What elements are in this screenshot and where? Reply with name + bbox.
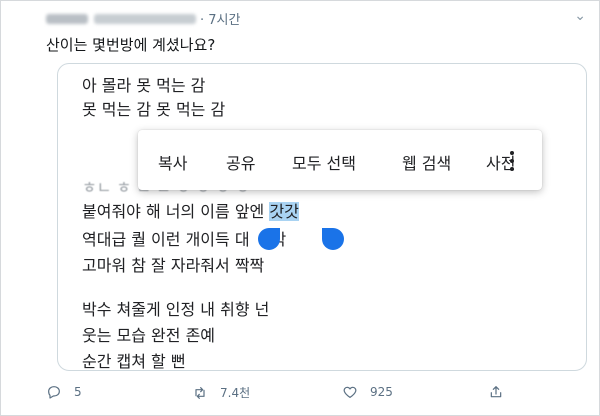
share-button[interactable] <box>488 384 516 400</box>
author-name-blurred <box>46 13 88 24</box>
lyric-line: 박수 쳐줄게 인정 내 취향 넌 <box>82 300 270 319</box>
lyric-line: 고마워 참 잘 자라줘서 짝짝 <box>82 256 265 275</box>
selection-end-handle[interactable] <box>322 228 344 250</box>
tweet-actions: 5 7.4천 925 <box>46 384 526 406</box>
lyric-text: 붙여줘야 해 너의 이름 앞엔 <box>82 202 265 221</box>
selected-text[interactable]: 갓갓 <box>269 202 299 221</box>
reply-count: 5 <box>74 385 82 399</box>
retweet-count: 7.4천 <box>220 386 251 400</box>
menu-item-copy[interactable]: 복사 <box>158 150 187 174</box>
lyric-line: 붙여줘야 해 너의 이름 앞엔 갓갓 <box>82 200 299 224</box>
reply-button[interactable]: 5 <box>46 384 82 400</box>
lyric-text: 역대급 퀄 이런 개이득 대 <box>82 230 250 249</box>
like-button[interactable]: 925 <box>342 384 393 400</box>
heart-icon <box>343 386 357 398</box>
text-selection-context-menu: 복사 공유 모두 선택 웹 검색 사전 <box>138 130 542 190</box>
lyric-line: 역대급 퀄 이런 개이득 대박 <box>82 228 286 252</box>
lyric-line: 못 먹는 감 못 먹는 감 <box>82 100 226 119</box>
retweet-icon <box>195 386 205 399</box>
lyric-line: 아 몰라 못 먹는 감 <box>82 76 206 95</box>
tweet-timestamp[interactable]: · 7시간 <box>200 13 240 28</box>
like-count: 925 <box>370 385 393 399</box>
selection-start-handle[interactable] <box>258 228 280 250</box>
tweet-header: · 7시간 <box>46 9 240 28</box>
reply-icon <box>48 386 60 399</box>
menu-item-share[interactable]: 공유 <box>226 150 255 174</box>
share-icon <box>490 386 502 398</box>
retweet-button[interactable]: 7.4천 <box>192 384 250 401</box>
tweet-text: 산이는 몇번방에 계셨나요? <box>46 36 216 54</box>
lyric-line: 순간 캡쳐 할 뻔 <box>82 352 186 371</box>
more-options-icon[interactable] <box>510 151 514 171</box>
menu-item-web-search[interactable]: 웹 검색 <box>402 150 451 174</box>
lyric-line: 웃는 모습 완전 존예 <box>82 326 216 345</box>
menu-item-select-all[interactable]: 모두 선택 <box>292 150 356 174</box>
tweet-media-image[interactable]: 아 몰라 못 먹는 감 못 먹는 감 못 먹는 감 ㅎㄴ ㅎ ㄴ ㄴ ㅎ ㅎ ㅎ… <box>57 63 587 371</box>
author-handle-blurred <box>94 13 196 24</box>
tweet-menu-chevron-icon[interactable]: ⌄ <box>574 8 586 24</box>
